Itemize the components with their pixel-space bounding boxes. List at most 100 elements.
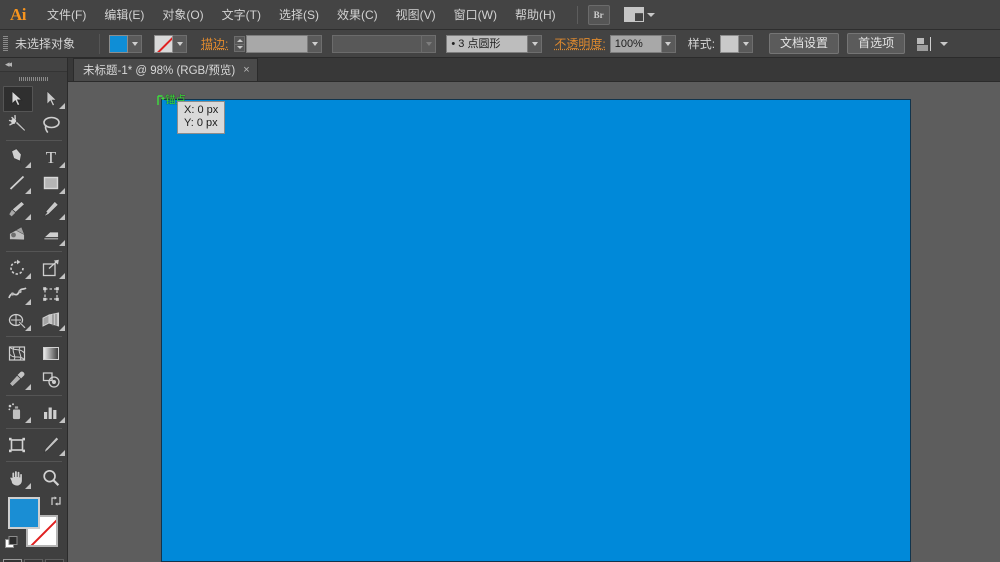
eyedropper-tool[interactable]: [0, 366, 34, 392]
free-transform-tool[interactable]: [34, 281, 68, 307]
stroke-profile-input[interactable]: [332, 34, 423, 53]
align-dropdown-chevron-icon[interactable]: [940, 41, 949, 46]
menu-object[interactable]: 对象(O): [153, 4, 212, 26]
stroke-weight-input[interactable]: [246, 34, 309, 53]
pen-tool[interactable]: [0, 144, 34, 170]
perspective-grid-tool[interactable]: [34, 307, 68, 333]
mesh-tool[interactable]: [0, 340, 34, 366]
paintbrush-tool[interactable]: [0, 196, 34, 222]
stroke-swatch[interactable]: [154, 34, 174, 53]
column-graph-tool[interactable]: [34, 399, 68, 425]
menu-file[interactable]: 文件(F): [38, 4, 95, 26]
swap-fill-stroke-icon[interactable]: [50, 495, 62, 507]
menu-bar: Ai 文件(F) 编辑(E) 对象(O) 文字(T) 选择(S) 效果(C) 视…: [0, 0, 1000, 30]
opacity-label[interactable]: 不透明度:: [554, 35, 605, 52]
opacity-dropdown-button[interactable]: [661, 34, 676, 53]
stepper-up-button[interactable]: [234, 35, 246, 44]
brush-definition-dropdown-button[interactable]: [528, 34, 543, 53]
stepper-down-button[interactable]: [234, 43, 246, 52]
toolbar-fill-swatch[interactable]: [8, 497, 40, 529]
blend-tool[interactable]: [34, 366, 68, 392]
workspace-switcher[interactable]: [623, 7, 655, 22]
control-bar-grip[interactable]: [0, 30, 10, 58]
bridge-button[interactable]: Br: [587, 4, 610, 25]
pencil-tool[interactable]: [34, 196, 68, 222]
coordinates-tooltip: X: 0 px Y: 0 px: [177, 101, 226, 134]
magnifier-icon: [43, 469, 60, 486]
pen-icon: [11, 147, 22, 164]
selection-tool[interactable]: [0, 85, 34, 112]
tooltip-y-value: Y: 0 px: [184, 117, 218, 129]
chevron-down-icon: [425, 41, 432, 46]
perspective-grid-icon: [42, 312, 59, 327]
rotate-tool[interactable]: [0, 255, 34, 281]
stroke-profile-combo[interactable]: [332, 34, 437, 53]
opacity-input[interactable]: 100%: [609, 34, 662, 53]
stroke-weight-stepper[interactable]: [234, 35, 246, 52]
graphic-style-dropdown-button[interactable]: [739, 34, 754, 53]
brush-definition-input[interactable]: • 3 点圆形: [446, 34, 529, 53]
style-label: 样式:: [687, 37, 716, 51]
tools-collapse-button[interactable]: ◂◂: [0, 58, 67, 72]
gradient-tool[interactable]: [34, 340, 68, 366]
magic-wand-icon: [8, 115, 26, 132]
stroke-dropdown-button[interactable]: [173, 34, 188, 53]
blob-brush-tool[interactable]: [0, 222, 34, 248]
scale-tool[interactable]: [34, 255, 68, 281]
free-transform-icon: [43, 287, 59, 301]
stroke-weight-combo[interactable]: [246, 34, 323, 53]
shape-builder-icon: [8, 313, 26, 329]
fill-swatch[interactable]: [109, 34, 129, 53]
symbol-sprayer-icon: [8, 403, 21, 420]
symbol-sprayer-tool[interactable]: [0, 399, 34, 425]
fill-control[interactable]: [109, 34, 143, 53]
preferences-button[interactable]: 首选项: [847, 33, 906, 54]
stroke-weight-label[interactable]: 描边:: [201, 35, 228, 52]
tools-panel: ◂◂ T: [0, 58, 68, 562]
align-icon[interactable]: [917, 36, 934, 51]
menu-help[interactable]: 帮助(H): [506, 4, 565, 26]
artboard[interactable]: [161, 99, 911, 562]
slice-tool[interactable]: [34, 432, 68, 458]
eraser-icon: [42, 231, 59, 241]
menu-select[interactable]: 选择(S): [270, 4, 328, 26]
hand-tool[interactable]: [0, 465, 34, 491]
menu-view[interactable]: 视图(V): [387, 4, 445, 26]
brush-definition-combo[interactable]: • 3 点圆形: [446, 34, 543, 53]
document-setup-button[interactable]: 文档设置: [769, 33, 840, 54]
eraser-tool[interactable]: [34, 222, 68, 248]
close-icon[interactable]: ×: [243, 64, 249, 76]
magic-wand-tool[interactable]: [0, 111, 34, 137]
menu-effect[interactable]: 效果(C): [328, 4, 387, 26]
fill-dropdown-button[interactable]: [128, 34, 143, 53]
chevron-down-icon: [646, 12, 655, 17]
shape-builder-tool[interactable]: [0, 307, 34, 333]
type-tool[interactable]: T: [34, 144, 68, 170]
document-tab-untitled-1[interactable]: 未标题-1* @ 98% (RGB/预览) ×: [73, 58, 258, 81]
stroke-weight-dropdown-button[interactable]: [308, 34, 323, 53]
canvas-area[interactable]: 锚点 X: 0 px Y: 0 px: [68, 82, 1000, 562]
graphic-style-control[interactable]: [720, 34, 754, 53]
menu-window[interactable]: 窗口(W): [445, 4, 506, 26]
document-tab-strip: 未标题-1* @ 98% (RGB/预览) ×: [68, 58, 1000, 82]
blob-brush-icon: [8, 226, 25, 241]
graphic-style-swatch[interactable]: [720, 34, 740, 53]
opacity-combo[interactable]: 100%: [609, 34, 676, 53]
fill-stroke-indicator: [0, 495, 67, 557]
zoom-tool[interactable]: [34, 465, 68, 491]
artboard-tool[interactable]: [0, 432, 34, 458]
tools-panel-grip[interactable]: [0, 72, 67, 85]
stroke-profile-dropdown-button[interactable]: [422, 34, 437, 53]
rectangle-tool[interactable]: [34, 170, 68, 196]
stroke-control[interactable]: [154, 34, 188, 53]
width-tool[interactable]: [0, 281, 34, 307]
lasso-tool[interactable]: [34, 111, 68, 137]
direct-selection-tool[interactable]: [34, 85, 68, 111]
default-fill-stroke-icon[interactable]: [5, 536, 18, 549]
menu-type[interactable]: 文字(T): [213, 4, 270, 26]
illustrator-window: Ai 文件(F) 编辑(E) 对象(O) 文字(T) 选择(S) 效果(C) 视…: [0, 0, 1000, 562]
paintbrush-icon: [9, 201, 26, 217]
menu-edit[interactable]: 编辑(E): [95, 4, 153, 26]
line-segment-tool[interactable]: [0, 170, 34, 196]
rectangle-icon: [43, 176, 59, 190]
